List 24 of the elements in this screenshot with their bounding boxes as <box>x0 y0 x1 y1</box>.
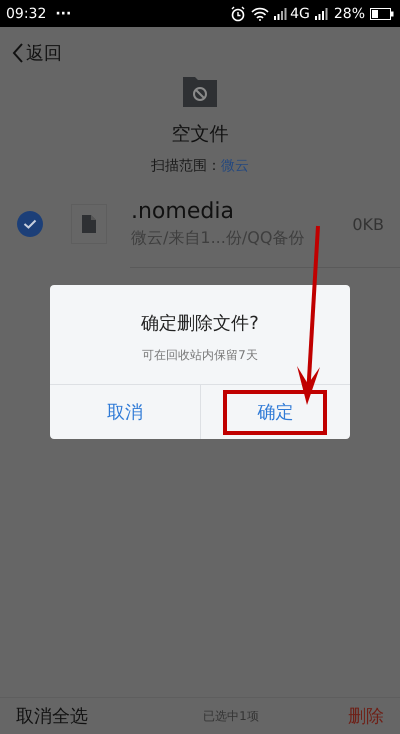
dialog-button[interactable]: 取消 <box>72 390 177 434</box>
wifi-icon <box>251 6 270 20</box>
signal-icon <box>314 8 329 20</box>
status-time: 09:32 <box>6 6 46 22</box>
delete-button[interactable]: 删除 <box>348 704 384 728</box>
scope-label: 扫描范围： <box>151 157 221 175</box>
checkmark-icon <box>23 219 37 229</box>
chevron-left-icon <box>12 42 24 64</box>
dialog-message: 可在回收站内保留7天 <box>142 347 258 364</box>
category-title: 空文件 <box>172 122 228 147</box>
more-dots: ··· <box>55 6 72 22</box>
highlighted-dialog-button[interactable]: 确定 <box>223 390 328 434</box>
alarm-icon <box>230 6 246 22</box>
battery-icon <box>370 8 394 20</box>
file-icon <box>71 204 107 244</box>
dialog-title: 确定删除文件? <box>141 312 259 335</box>
folder-blocked-icon <box>183 77 217 107</box>
back-button[interactable]: 返回 <box>12 41 62 65</box>
deselect-all-button[interactable]: 取消全选 <box>16 704 88 728</box>
battery-percent: 28% <box>334 6 365 22</box>
signal-icon <box>274 8 288 20</box>
network-label: 4G <box>290 6 310 22</box>
checkbox[interactable] <box>17 211 43 237</box>
file-name: .nomedia <box>131 199 235 224</box>
